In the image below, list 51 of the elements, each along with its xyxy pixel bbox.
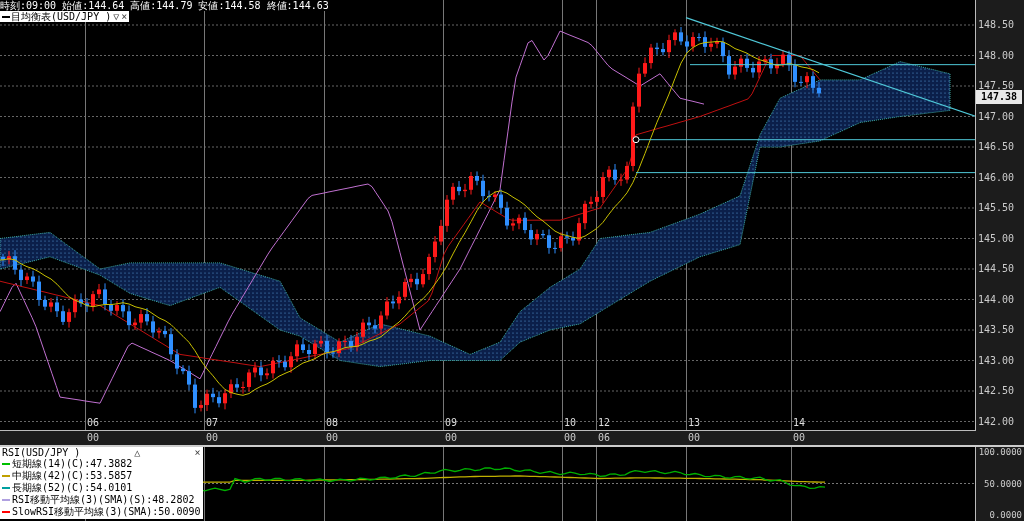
price-label: 145.00 [978,232,1015,245]
date-label: 06 [87,417,100,429]
ohlc-text: 安値:144.58 [198,0,261,11]
rsi-axis-label: 0.0000 [989,509,1022,521]
price-label: 144.00 [978,293,1015,306]
time-label: 06 [598,432,611,444]
time-label: 00 [793,432,806,444]
series-label: 長期線(52)(C):54.0101 [12,482,133,494]
price-label: 147.00 [978,110,1015,123]
series-label: 中期線(42)(C):53.5857 [12,470,133,482]
price-label: 142.00 [978,415,1015,428]
time-label: 00 [445,432,458,444]
price-label: 143.50 [978,324,1015,336]
date-label: 12 [598,417,611,429]
date-label: 14 [793,417,806,429]
time-label: 00 [564,432,577,444]
current-price-tag: 147.38 [976,90,1022,105]
close-button[interactable]: × [121,11,128,22]
time-label: 00 [206,432,219,444]
price-label: 145.50 [978,202,1015,214]
price-label: 143.00 [978,354,1015,367]
ohlc-text: 高値:144.79 [130,0,193,11]
date-label: 13 [688,417,701,429]
collapse-button[interactable]: ▽ [113,11,120,22]
date-label: 10 [564,417,577,429]
time-label: 00 [688,432,701,444]
ohlc-text: 終値:144.63 [266,0,329,11]
price-label: 146.00 [978,171,1015,184]
expand-button[interactable]: △ [134,447,141,458]
indicator-title: RSI(USD/JPY ) [2,447,81,458]
price-label: 148.00 [978,49,1015,62]
price-label: 142.50 [978,385,1015,397]
series-label: SlowRSI移動平均線(3)(SMA):50.0090 [12,506,201,518]
indicator-title: 目均衡表(USD/JPY ) [11,11,112,22]
price-label: 144.50 [978,263,1015,275]
date-label: 08 [326,417,339,429]
rsi-axis-label: 100.0000 [978,446,1022,458]
price-label: 148.50 [978,19,1015,31]
price-label: 147.50 [978,80,1015,92]
anchor-point[interactable] [632,136,640,144]
ohlc-text: 始値:144.64 [62,0,125,11]
series-label: RSI移動平均線(3)(SMA)(S):48.2802 [12,494,195,506]
close-button[interactable]: × [194,447,201,458]
time-label: 00 [87,432,100,444]
series-label: 短期線(14)(C):47.3882 [12,458,133,470]
ohlc-text: 時刻:09:00 [0,0,57,11]
price-label: 146.50 [978,141,1015,153]
rsi-axis-label: 50.0000 [984,477,1022,490]
date-label: 07 [206,417,219,429]
date-label: 09 [445,417,458,429]
time-label: 00 [326,432,339,444]
